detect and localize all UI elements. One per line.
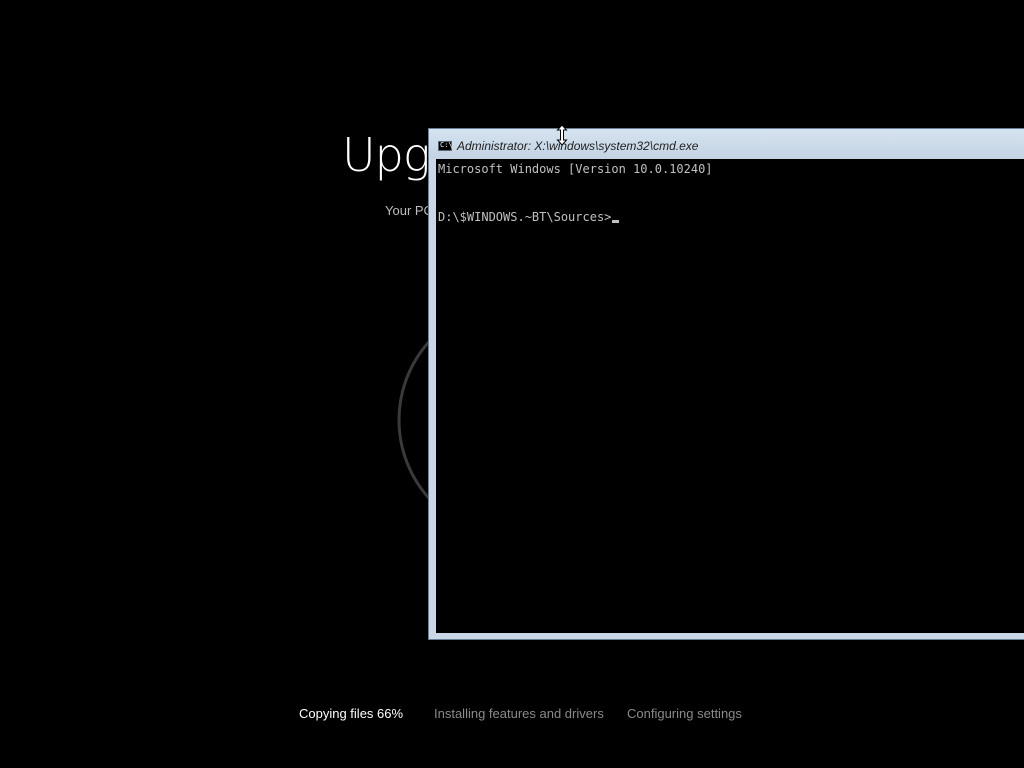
cmd-window[interactable]: C:\ Administrator: X:\windows\system32\c… (428, 128, 1024, 640)
console-prompt: D:\$WINDOWS.~BT\Sources> (438, 210, 612, 224)
text-cursor (612, 220, 620, 223)
step-installing-features: Installing features and drivers (434, 706, 604, 721)
cmd-window-title: Administrator: X:\windows\system32\cmd.e… (457, 139, 699, 153)
step-copying-files: Copying files 66% (299, 706, 404, 721)
cmd-icon[interactable]: C:\ (438, 141, 453, 151)
console-version-line: Microsoft Windows [Version 10.0.10240] (438, 162, 713, 176)
console-prompt-line: D:\$WINDOWS.~BT\Sources> (438, 209, 620, 225)
cmd-console[interactable]: Microsoft Windows [Version 10.0.10240] D… (436, 159, 1024, 633)
vertical-resize-cursor-icon (556, 124, 568, 146)
desktop-screen: Upgr Your PC v Copying files 66% Install… (0, 0, 1024, 768)
step-configuring-settings: Configuring settings (627, 706, 742, 721)
cmd-titlebar[interactable]: C:\ Administrator: X:\windows\system32\c… (429, 129, 1024, 159)
